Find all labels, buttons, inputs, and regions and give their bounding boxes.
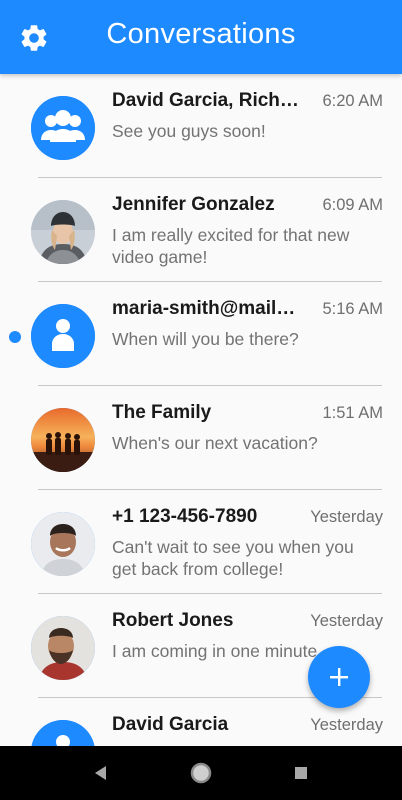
- conversation-time: 6:20 AM: [322, 92, 383, 110]
- conversation-row[interactable]: maria-smith@mail… 5:16 AM When will you …: [0, 282, 402, 386]
- conversation-row[interactable]: The Family 1:51 AM When's our next vacat…: [0, 386, 402, 490]
- photo-family-sunset: [31, 408, 95, 472]
- contact-avatar: [31, 304, 95, 368]
- conversation-row[interactable]: Jennifer Gonzalez 6:09 AM I am really ex…: [0, 178, 402, 282]
- group-icon: [31, 96, 95, 160]
- unread-indicator: [9, 331, 21, 343]
- photo-man-smiling: [31, 512, 95, 576]
- person-icon: [31, 720, 95, 746]
- conversation-time: 5:16 AM: [322, 300, 383, 318]
- person-icon: [31, 304, 95, 368]
- page-title: Conversations: [106, 18, 296, 50]
- conversation-time: 6:09 AM: [322, 196, 383, 214]
- system-nav-bar: [0, 746, 402, 800]
- conversation-time: Yesterday: [310, 612, 383, 630]
- photo-woman-beanie: [31, 200, 95, 264]
- conversation-name: Jennifer Gonzalez: [112, 194, 275, 215]
- app-bar: Conversations: [0, 0, 402, 74]
- conversation-time: Yesterday: [310, 508, 383, 526]
- contact-photo: [31, 512, 95, 576]
- conversation-name: The Family: [112, 402, 212, 423]
- contact-photo: [31, 200, 95, 264]
- conversation-row[interactable]: +1 123-456-7890 Yesterday Can't wait to …: [0, 490, 402, 594]
- conversation-time: 1:51 AM: [322, 404, 383, 422]
- nav-home-button[interactable]: [187, 759, 215, 787]
- back-triangle-icon: [95, 766, 106, 780]
- home-circle-icon: [190, 762, 212, 784]
- conversation-time: Yesterday: [310, 716, 383, 734]
- conversation-snippet: Can't wait to see you when you get back …: [112, 537, 354, 579]
- conversation-name: Robert Jones: [112, 610, 234, 631]
- new-conversation-button[interactable]: [308, 646, 370, 708]
- conversation-snippet: See you guys soon!: [112, 121, 266, 141]
- conversation-snippet: When will you be there?: [112, 329, 299, 349]
- conversation-name: David Garcia: [112, 714, 229, 735]
- contact-photo: [31, 408, 95, 472]
- recents-square-icon: [295, 767, 307, 779]
- plus-icon: [330, 668, 348, 686]
- conversation-name: maria-smith@mail…: [112, 298, 296, 319]
- contact-photo: [31, 616, 95, 680]
- conversation-name: +1 123-456-7890: [112, 506, 258, 527]
- conversations-screen: Conversations David Garcia, Rich… 6:20 A…: [0, 0, 402, 800]
- nav-back-button[interactable]: [86, 759, 114, 787]
- conversation-snippet: When's our next vacation?: [112, 433, 318, 453]
- nav-recents-button[interactable]: [287, 759, 315, 787]
- conversation-row[interactable]: David Garcia, Rich… 6:20 AM See you guys…: [0, 74, 402, 178]
- group-avatar: [31, 96, 95, 160]
- conversation-snippet: I am really excited for that new video g…: [112, 225, 350, 267]
- conversation-name: David Garcia, Rich…: [112, 90, 299, 111]
- contact-avatar: [31, 720, 95, 746]
- photo-man-beard: [31, 616, 95, 680]
